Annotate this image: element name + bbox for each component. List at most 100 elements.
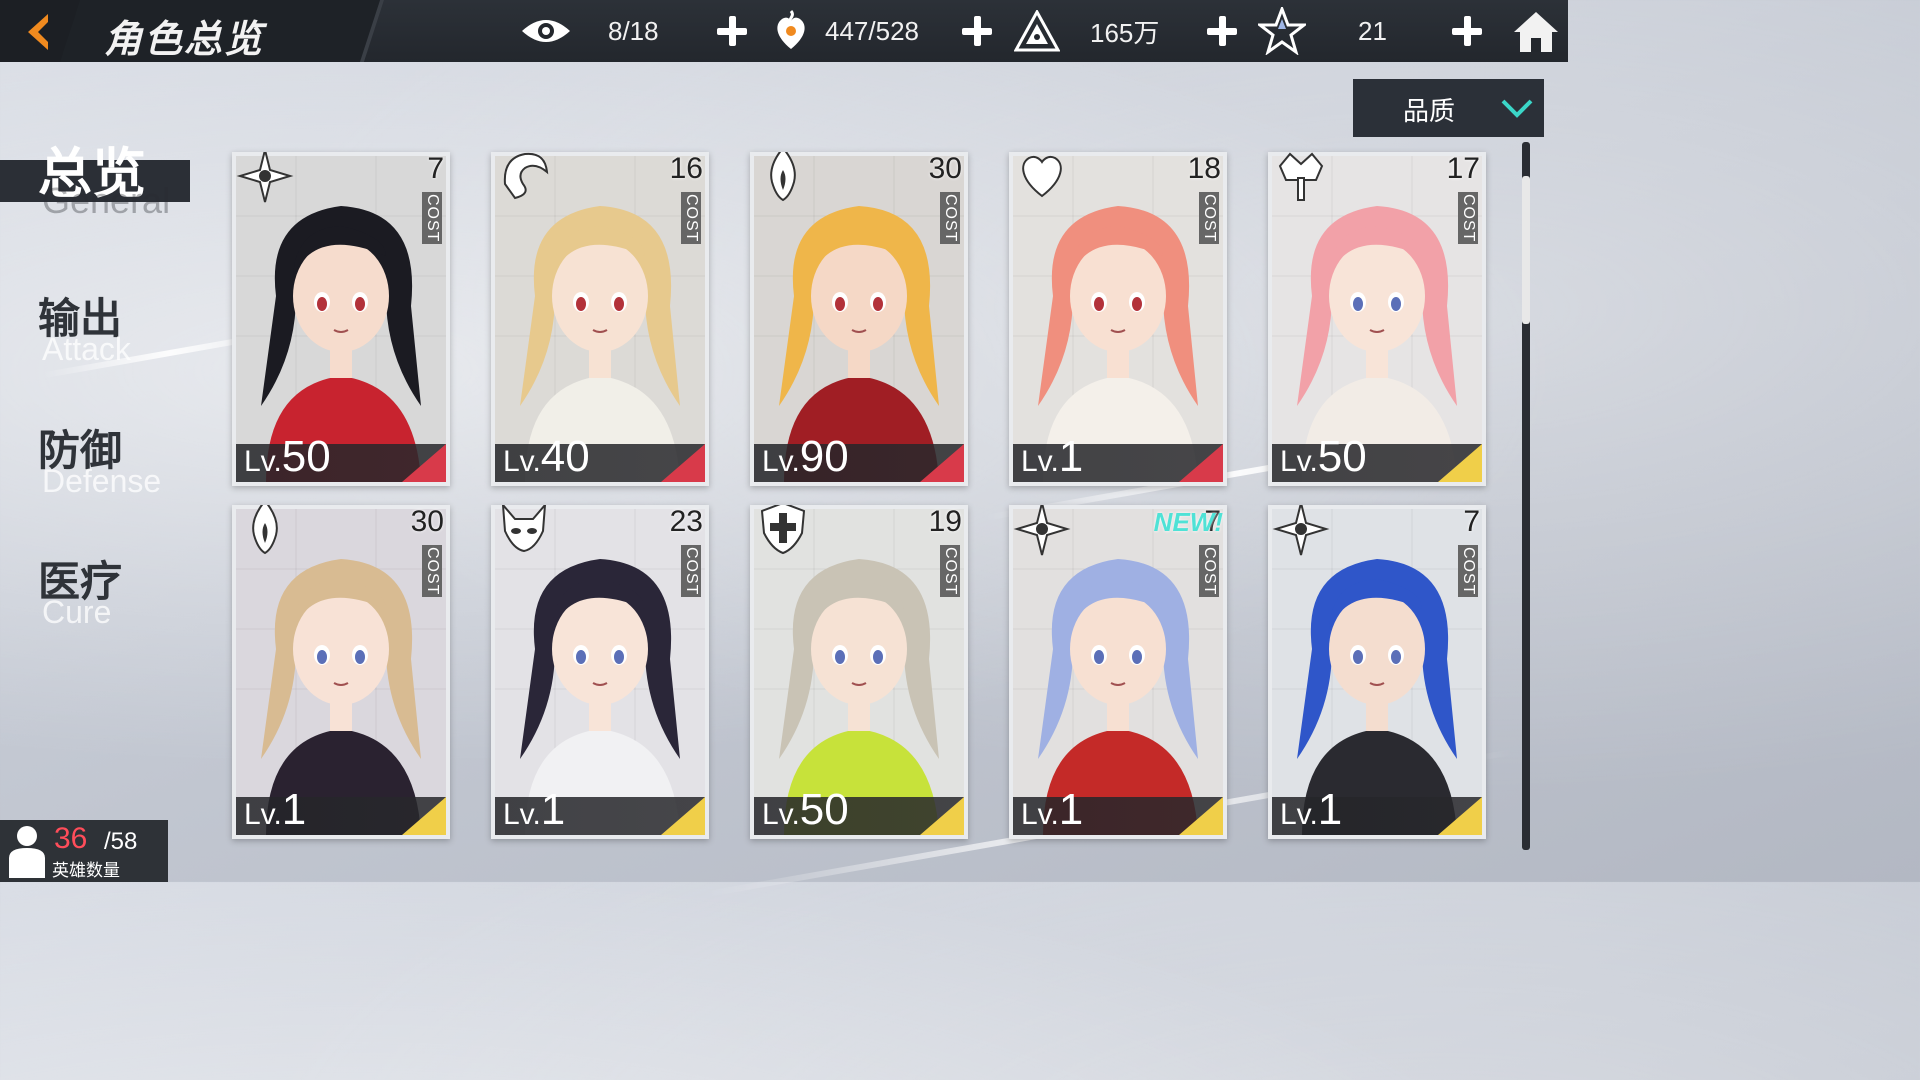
star-shard-icon: [1258, 7, 1306, 55]
character-card[interactable]: 30 COST Lv.90: [750, 152, 968, 486]
level-value: 1: [281, 785, 307, 834]
level-value: 50: [1317, 432, 1367, 481]
card-level: Lv.1: [1021, 432, 1083, 482]
resource-gold: [1014, 0, 1060, 62]
rarity-corner: [1179, 797, 1223, 835]
hero-count-label: 英雄数量: [52, 861, 120, 881]
level-prefix: Lv.: [244, 445, 282, 478]
tab-label-en: Attack: [42, 331, 131, 367]
card-level: Lv.1: [244, 785, 306, 835]
character-card[interactable]: 19 COST Lv.50: [750, 505, 968, 839]
card-cost-label: COST: [681, 545, 701, 598]
rarity-corner: [920, 797, 964, 835]
sort-dropdown[interactable]: 品质: [1353, 79, 1544, 137]
level-plate: Lv.1: [1013, 432, 1223, 482]
character-card[interactable]: 16 COST Lv.40: [491, 152, 709, 486]
new-badge: NEW!: [1153, 507, 1223, 537]
add-heart-button[interactable]: [960, 14, 994, 48]
level-value: 1: [1058, 785, 1084, 834]
level-plate: Lv.1: [236, 785, 446, 835]
tab-attack[interactable]: 输出 Attack: [0, 285, 210, 395]
eye-icon: [522, 20, 570, 42]
card-cost-label: COST: [1199, 545, 1219, 598]
scrollbar-thumb[interactable]: [1522, 176, 1530, 324]
rarity-corner: [402, 444, 446, 482]
card-cost-label: COST: [422, 545, 442, 598]
resource-gem: [1258, 0, 1306, 62]
sort-label: 品质: [1403, 97, 1456, 127]
rarity-corner: [1438, 797, 1482, 835]
character-card[interactable]: 7 COST Lv.50: [232, 152, 450, 486]
tab-general[interactable]: 总览 General: [0, 135, 210, 245]
character-card[interactable]: 30 COST Lv.1: [232, 505, 450, 839]
home-icon[interactable]: [1512, 8, 1560, 56]
tab-label-en: General: [42, 180, 171, 221]
add-gold-button[interactable]: [1205, 14, 1239, 48]
resource-stamina: [520, 0, 572, 62]
level-value: 50: [281, 432, 331, 481]
level-value: 1: [540, 785, 566, 834]
tab-label-en: Cure: [42, 594, 112, 630]
tab-cure[interactable]: 医疗 Cure: [0, 548, 210, 658]
card-cost-value: 23: [669, 505, 703, 538]
rarity-corner: [1438, 444, 1482, 482]
card-cost-value: 30: [410, 505, 444, 538]
card-cost-label: COST: [1199, 192, 1219, 245]
shuriken-icon: [236, 152, 294, 203]
card-level: Lv.90: [762, 432, 849, 482]
level-prefix: Lv.: [762, 445, 800, 478]
scrollbar[interactable]: [1522, 142, 1530, 850]
character-card[interactable]: 17 COST Lv.50: [1268, 152, 1486, 486]
resource-stamina-value: 8/18: [608, 15, 659, 46]
person-icon: [9, 826, 45, 878]
level-plate: Lv.50: [236, 432, 446, 482]
add-gem-button[interactable]: [1450, 14, 1484, 48]
dragon-icon: [503, 152, 549, 200]
hero-count-max: /58: [104, 828, 138, 855]
shuriken-icon: [1272, 505, 1330, 556]
level-prefix: Lv.: [1280, 798, 1318, 831]
character-card[interactable]: 7 COST Lv.1 NEW!: [1009, 505, 1227, 839]
page-title: 角色总览: [104, 16, 265, 61]
level-plate: Lv.1: [1272, 785, 1482, 835]
level-prefix: Lv.: [244, 798, 282, 831]
level-plate: Lv.50: [754, 785, 964, 835]
card-cost-label: COST: [1458, 192, 1478, 245]
character-card[interactable]: 18 COST Lv.1: [1009, 152, 1227, 486]
level-prefix: Lv.: [762, 798, 800, 831]
rarity-corner: [661, 797, 705, 835]
card-level: Lv.1: [503, 785, 565, 835]
level-plate: Lv.50: [1272, 432, 1482, 482]
pyramid-icon: [1014, 10, 1060, 52]
flame-icon: [252, 505, 278, 555]
hero-count-current: 36: [54, 822, 88, 855]
level-value: 40: [540, 432, 590, 481]
level-value: 90: [799, 432, 849, 481]
character-card[interactable]: 23 COST Lv.1: [491, 505, 709, 839]
rarity-corner: [1179, 444, 1223, 482]
card-cost-label: COST: [940, 192, 960, 245]
card-cost-value: 7: [1463, 505, 1480, 538]
card-cost-label: COST: [422, 192, 442, 245]
level-value: 50: [799, 785, 849, 834]
level-plate: Lv.90: [754, 432, 964, 482]
heart-icon: [1022, 155, 1062, 198]
rarity-corner: [402, 797, 446, 835]
card-cost-value: 16: [669, 152, 703, 185]
resource-gem-value: 21: [1358, 15, 1387, 46]
tab-label-en: Defense: [42, 463, 162, 499]
heart-flame-icon: [777, 10, 805, 49]
rarity-corner: [920, 444, 964, 482]
back-arrow-icon: [28, 14, 48, 50]
level-plate: Lv.40: [495, 432, 705, 482]
character-card[interactable]: 7 COST Lv.1: [1268, 505, 1486, 839]
level-prefix: Lv.: [503, 445, 541, 478]
card-cost-value: 18: [1187, 152, 1221, 185]
card-level: Lv.50: [244, 432, 331, 482]
tab-defense[interactable]: 防御 Defense: [0, 417, 210, 527]
rarity-corner: [661, 444, 705, 482]
card-level: Lv.1: [1280, 785, 1342, 835]
card-level: Lv.50: [1280, 432, 1367, 482]
add-stamina-button[interactable]: [715, 14, 749, 48]
crown-sword-icon: [1278, 152, 1324, 201]
